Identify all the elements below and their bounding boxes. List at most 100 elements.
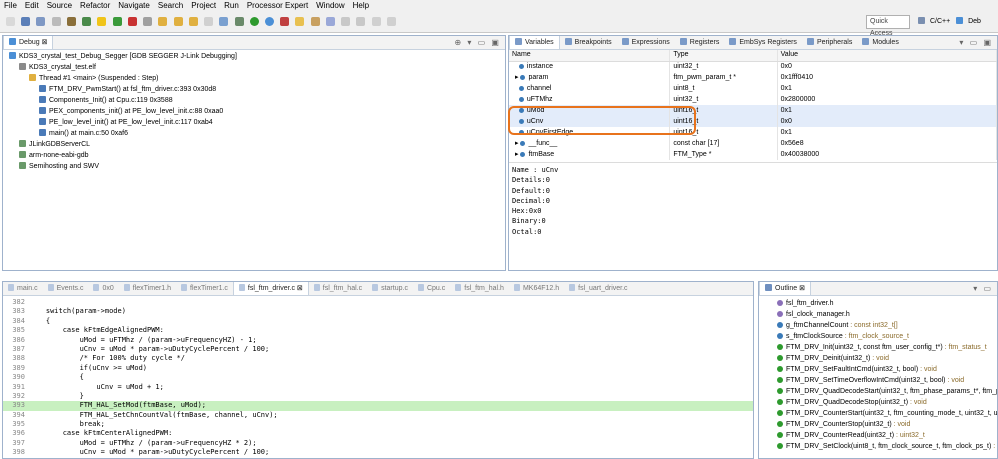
menu-item[interactable]: Help	[349, 0, 373, 11]
code-line[interactable]: 390 {	[3, 373, 753, 382]
variable-value[interactable]: 0x2800000	[777, 94, 997, 105]
debug-tree-item[interactable]: Semihosting and SWV	[3, 161, 505, 172]
tab-embsys-registers[interactable]: EmbSys Registers	[724, 36, 802, 49]
outline-item[interactable]: FTM_DRV_SetFaultIntCmd(uint32_t, bool) :…	[759, 364, 997, 375]
debug-tree-item[interactable]: arm-none-eabi-gdb	[3, 150, 505, 161]
variable-row[interactable]: ▸ ftmBase FTM_Type * 0x40038000	[509, 149, 997, 160]
back-icon[interactable]	[371, 17, 381, 26]
variable-row[interactable]: ▸ param ftm_pwm_param_t * 0x1fff0410	[509, 72, 997, 83]
outline-item[interactable]: FTM_DRV_Init(uint32_t, const ftm_user_co…	[759, 342, 997, 353]
outline-item[interactable]: FTM_DRV_QuadDecodeStart(uint32_t, ftm_ph…	[759, 386, 997, 397]
skip-breakpoints-icon[interactable]	[82, 17, 92, 26]
code-line[interactable]: 384 {	[3, 317, 753, 326]
outline-item[interactable]: FTM_DRV_SetClock(uint8_t, ftm_clock_sour…	[759, 441, 997, 452]
variable-row[interactable]: uMod uint16_t 0x1	[509, 105, 997, 116]
code-line[interactable]: 391 uCnv = uMod + 1;	[3, 383, 753, 392]
variable-row[interactable]: channel uint8_t 0x1	[509, 83, 997, 94]
tab-expressions[interactable]: Expressions	[617, 36, 675, 49]
code-line[interactable]: 389 if(uCnv >= uMod)	[3, 364, 753, 373]
perspective-debug[interactable]: Deb	[968, 18, 981, 25]
step-into-icon[interactable]	[158, 17, 168, 26]
outline-item[interactable]: FTM_DRV_CounterStart(uint32_t, ftm_count…	[759, 408, 997, 419]
debug-tree-item[interactable]: FTM_DRV_PwmStart() at fsl_ftm_driver.c:3…	[3, 84, 505, 95]
code-line[interactable]: 385 case kFtmEdgeAlignedPWM:	[3, 326, 753, 335]
editor-tab[interactable]: flexTimer1.c	[176, 282, 233, 295]
variable-row[interactable]: uFTMhz uint32_t 0x2800000	[509, 94, 997, 105]
perspective-grid-icon[interactable]	[918, 17, 925, 24]
perspective-cpp[interactable]: C/C++	[930, 18, 950, 25]
outline-controls[interactable]: ▾ ▭	[973, 284, 993, 293]
next-annotation-icon[interactable]	[341, 17, 351, 26]
restart-icon[interactable]	[219, 17, 229, 26]
debug-tree-item[interactable]: Components_Init() at Cpu.c:119 0x3588	[3, 95, 505, 106]
code-line[interactable]: 395 break;	[3, 420, 753, 429]
new-icon[interactable]	[6, 17, 15, 26]
tab-debug[interactable]: Debug ⊠	[3, 36, 54, 49]
code-line[interactable]: 388 /* For 100% duty cycle */	[3, 354, 753, 363]
variable-row[interactable]: uCnv uint16_t 0x0	[509, 116, 997, 127]
outline-item[interactable]: g_ftmChannelCount : const int32_t[]	[759, 320, 997, 331]
editor-tab[interactable]: MK64F12.h	[509, 282, 564, 295]
outline-item[interactable]: FTM_DRV_CounterStop(uint32_t) : void	[759, 419, 997, 430]
quick-access-field[interactable]: Quick Access	[866, 15, 910, 37]
code-line[interactable]: 398 uCnv = uMod * param->uDutyCyclePerce…	[3, 448, 753, 457]
settings-icon[interactable]	[234, 17, 244, 26]
code-line[interactable]: 397 uMod = uFTMhz / (param->uFrequencyHZ…	[3, 439, 753, 448]
outline-item[interactable]: FTM_DRV_SetTimeOverflowIntCmd(uint32_t, …	[759, 375, 997, 386]
save-all-icon[interactable]	[36, 17, 46, 26]
variables-controls[interactable]: ▾ ▭ ▣	[959, 38, 993, 47]
search-icon[interactable]	[325, 17, 335, 26]
code-editor[interactable]: 382 383 switch(param->mode) 384 {385 case …	[3, 296, 753, 458]
menu-item[interactable]: Search	[154, 0, 187, 11]
view-controls[interactable]: ⊕ ▾ ▭ ▣	[454, 38, 501, 47]
editor-tab[interactable]: Cpu.c	[413, 282, 450, 295]
code-line[interactable]: 396 case kFtmCenterAlignedPWM:	[3, 429, 753, 438]
editor-tab[interactable]: fsl_uart_driver.c	[564, 282, 632, 295]
open-type-icon[interactable]	[310, 17, 320, 26]
variable-value[interactable]: 0x0	[777, 116, 997, 127]
debug-tree-item[interactable]: Thread #1 <main> (Suspended : Step)	[3, 73, 505, 84]
debug-tree-item[interactable]: KDS3_crystal_test_Debug_Segger [GDB SEGG…	[3, 51, 505, 62]
variable-row[interactable]: instance uint32_t 0x0	[509, 61, 997, 72]
menu-item[interactable]: Navigate	[114, 0, 154, 11]
menu-item[interactable]: Edit	[21, 0, 43, 11]
run-icon[interactable]	[249, 17, 259, 26]
save-icon[interactable]	[21, 17, 31, 26]
tab-outline[interactable]: Outline ⊠	[759, 282, 811, 295]
col-name[interactable]: Name	[509, 50, 671, 62]
debug-icon[interactable]	[264, 17, 274, 26]
variable-value[interactable]: 0x1	[777, 105, 997, 116]
step-return-icon[interactable]	[188, 17, 198, 26]
tab-breakpoints[interactable]: Breakpoints	[560, 36, 617, 49]
variable-row[interactable]: uCnvFirstEdge uint16_t 0x1	[509, 127, 997, 138]
variable-row[interactable]: ▸ __func__ const char [17] 0x56e8	[509, 138, 997, 149]
code-line[interactable]: 383 switch(param->mode)	[3, 307, 753, 316]
menu-item[interactable]: Run	[220, 0, 243, 11]
code-line[interactable]: 392 }	[3, 392, 753, 401]
menu-item[interactable]: Project	[187, 0, 220, 11]
outline-item[interactable]: s_ftmClockSource : ftm_clock_source_t	[759, 331, 997, 342]
print-icon[interactable]	[51, 17, 61, 26]
resume-icon[interactable]	[97, 17, 107, 26]
variable-value[interactable]: 0x0	[777, 61, 997, 72]
editor-tab[interactable]: startup.c	[367, 282, 413, 295]
code-line[interactable]: 386 uMod = uFTMhz / (param->uFrequencyHZ…	[3, 336, 753, 345]
menu-item[interactable]: Processor Expert	[243, 0, 312, 11]
menu-item[interactable]: Window	[312, 0, 348, 11]
debug-tree-item[interactable]: KDS3_crystal_test.elf	[3, 62, 505, 73]
external-tools-icon[interactable]	[280, 17, 290, 26]
tab-registers[interactable]: Registers	[675, 36, 725, 49]
debug-tree-item[interactable]: PE_low_level_init() at PE_low_level_init…	[3, 117, 505, 128]
col-value[interactable]: Value	[777, 50, 997, 62]
editor-tab[interactable]: flexTimer1.h	[119, 282, 176, 295]
debug-tree-item[interactable]: main() at main.c:50 0xaf6	[3, 128, 505, 139]
editor-tab[interactable]: Events.c	[43, 282, 89, 295]
disconnect-icon[interactable]	[143, 17, 153, 26]
editor-tab[interactable]: fsl_ftm_hal.c	[309, 282, 367, 295]
editor-tab[interactable]: fsl_ftm_hal.h	[450, 282, 509, 295]
variable-value[interactable]: 0x40038000	[777, 149, 997, 160]
code-line[interactable]: 387 uCnv = uMod * param->uDutyCyclePerce…	[3, 345, 753, 354]
debug-tree-item[interactable]: JLinkGDBServerCL	[3, 139, 505, 150]
code-line[interactable]: 382	[3, 298, 753, 307]
forward-icon[interactable]	[386, 17, 396, 26]
